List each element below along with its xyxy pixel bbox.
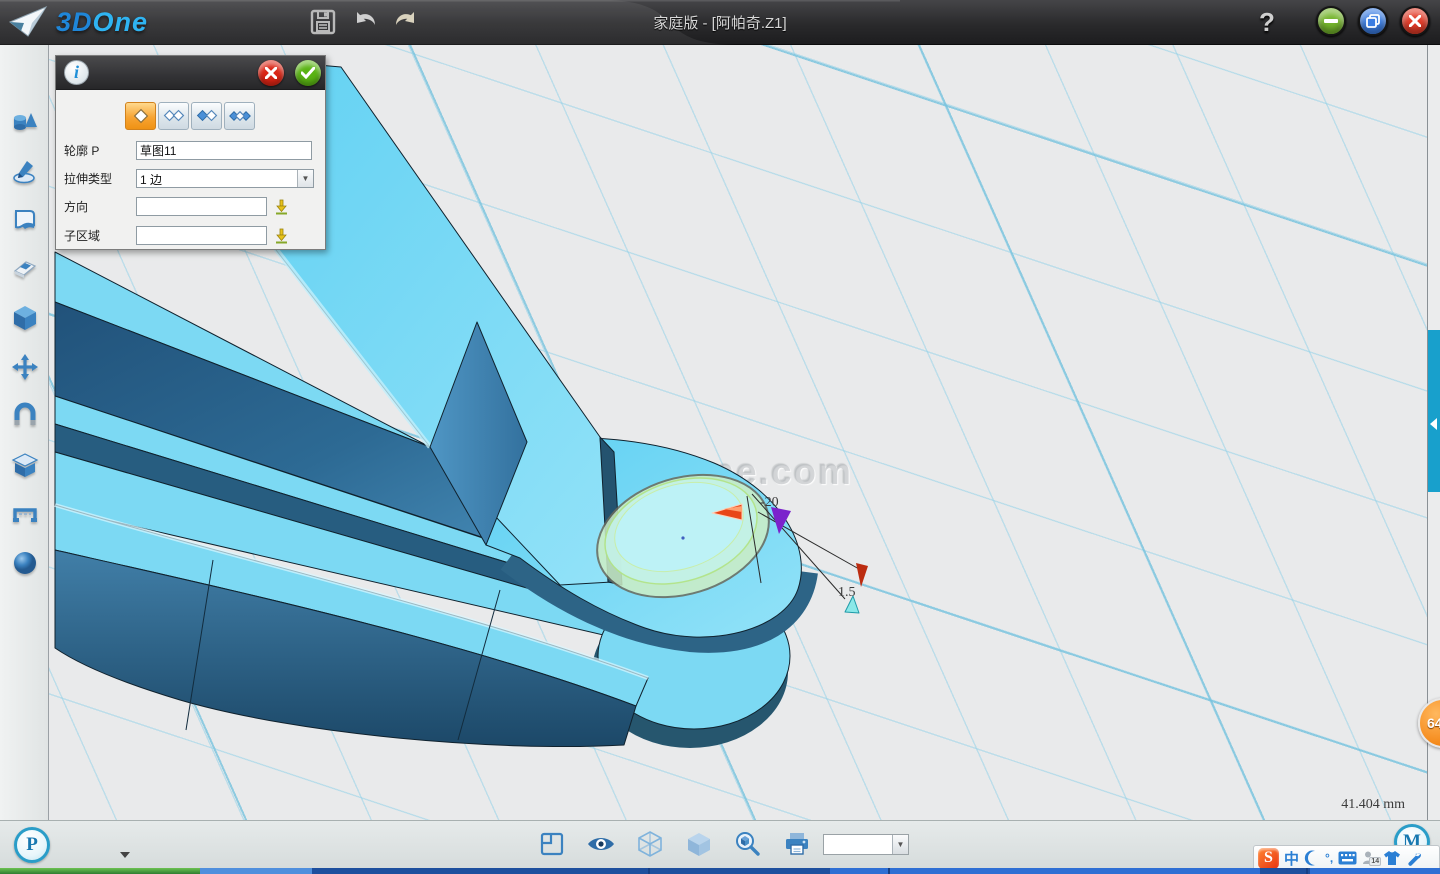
sogou-icon[interactable]: S [1258,848,1279,869]
taskbar-divider [648,868,650,874]
eraser-icon[interactable] [10,254,40,284]
taskbar-sliver[interactable] [0,868,1440,874]
clamp-icon[interactable] [10,499,40,529]
chevron-left-icon [1430,418,1437,430]
punct-icon[interactable]: °, [1325,851,1333,865]
layout-icon[interactable] [537,829,567,859]
pick-subregion-icon[interactable] [273,227,290,244]
extrude-type-value: 1 边 [140,173,162,187]
solids-icon[interactable] [10,108,40,138]
dialog-confirm-icon[interactable] [295,60,321,86]
help-icon[interactable]: ? [1252,2,1282,42]
direction-row: 方向 [64,197,290,216]
extrude-type-select[interactable]: 1 边 ▼ [136,169,314,188]
taskbar-divider [1306,868,1308,874]
taskbar-divider [888,868,890,874]
taskbar-green-segment [0,868,200,874]
bottom-toolbar: P [0,820,1440,868]
pick-direction-icon[interactable] [273,198,290,215]
keyboard-icon[interactable] [1338,851,1357,865]
user-count-label: 14 [1369,857,1381,866]
profile-row: 轮廓 P [64,141,312,160]
taskbar-light-blue-segment [200,868,312,874]
p-badge-dropdown-arrow[interactable] [120,852,130,858]
move-icon[interactable] [10,352,40,382]
render-sphere-icon[interactable] [10,548,40,578]
surface-icon[interactable] [10,205,40,235]
chevron-down-icon[interactable]: ▼ [892,835,908,854]
direction-input[interactable] [136,197,267,216]
combine-icon[interactable] [10,450,40,480]
offset-dimension-label: -20 [760,495,779,511]
magnet-icon[interactable] [10,401,40,431]
chevron-down-icon[interactable]: ▼ [297,170,313,187]
extrude-mode-1-button[interactable] [125,102,156,130]
subregion-input[interactable] [136,226,267,245]
window-title: 家庭版 - [阿帕奇.Z1] [0,0,1440,45]
property-badge[interactable]: P [14,827,50,863]
solid-cube-icon[interactable] [684,829,714,859]
info-icon: i [64,60,89,85]
direction-label: 方向 [64,198,136,215]
restore-button[interactable] [1358,6,1388,36]
taskbar-blue-segment-2 [1310,868,1440,874]
dimension-readout: 41.404 mm [1341,797,1405,813]
wireframe-cube-icon[interactable] [635,829,665,859]
moon-icon[interactable] [1304,850,1320,866]
view-scale-select[interactable]: ▼ [823,834,909,855]
extrude-dialog: i [55,55,326,250]
extrude-mode-4-button[interactable] [224,102,255,130]
extrude-mode-2-button[interactable] [158,102,189,130]
left-toolbar [0,45,49,820]
zoom-cube-icon[interactable] [733,829,763,859]
subregion-label: 子区域 [64,227,136,244]
panel-expand-tab[interactable] [1428,330,1440,492]
profile-input[interactable] [136,141,312,160]
skin-icon[interactable] [1383,850,1401,866]
extrude-type-row: 拉伸类型 1 边 ▼ [64,169,314,188]
dialog-cancel-icon[interactable] [258,60,284,86]
sketch-icon[interactable] [10,157,40,187]
extrude-type-label: 拉伸类型 [64,170,136,187]
user-count-icon[interactable]: 14 [1362,850,1378,866]
lang-icon[interactable]: 中 [1284,848,1299,869]
title-bar: 3DOne 家庭版 - [阿帕奇.Z [0,0,1440,45]
taskbar-blue-segment [830,868,1260,874]
subregion-row: 子区域 [64,226,290,245]
eye-icon[interactable] [586,829,616,859]
profile-label: 轮廓 P [64,142,136,159]
draft-dimension-label: 1.5 [838,585,856,601]
wrench-icon[interactable] [1406,850,1422,866]
printer-icon[interactable] [782,829,812,859]
extrude-mode-3-button[interactable] [191,102,222,130]
close-button[interactable] [1400,6,1430,36]
minimize-button[interactable] [1316,6,1346,36]
application-window: 3DOne 家庭版 - [阿帕奇.Z [0,0,1440,874]
dialog-titlebar[interactable]: i [56,56,325,90]
extrude-mode-buttons [125,102,255,130]
feature-cube-icon[interactable] [10,303,40,333]
